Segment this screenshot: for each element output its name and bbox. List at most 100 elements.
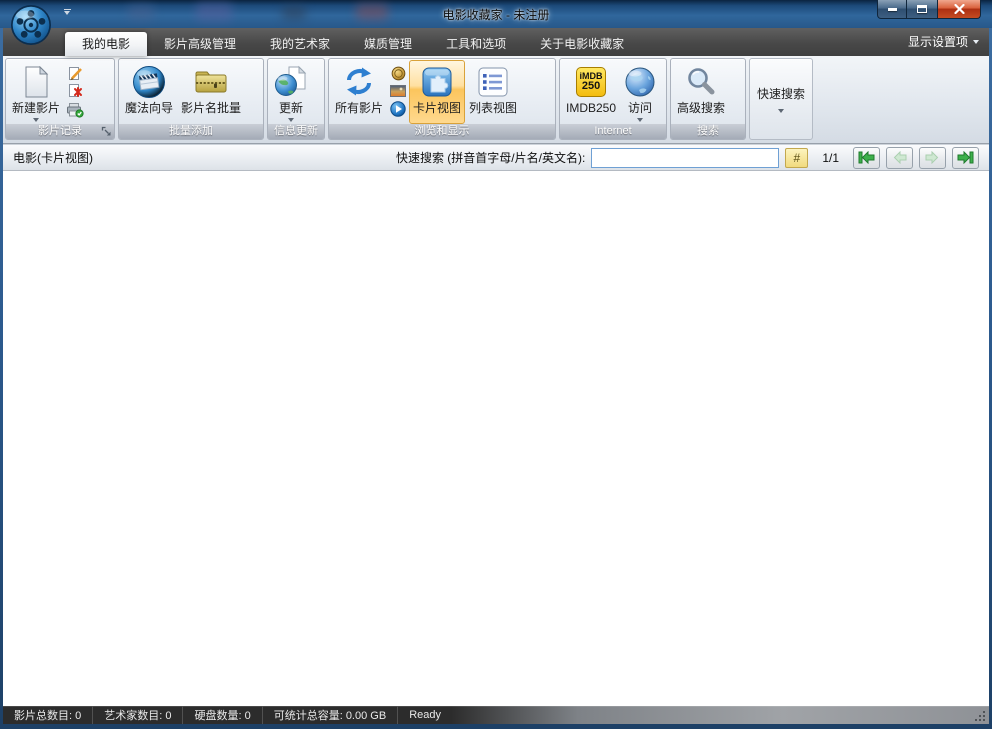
update-label: 更新 — [279, 101, 303, 116]
quick-search-button[interactable]: 快速搜索 — [749, 58, 813, 140]
window-title: 电影收藏家 - 未注册 — [0, 6, 992, 23]
new-movie-button[interactable]: 新建影片 — [8, 60, 64, 124]
group-records-labelbar: 影片记录 — [6, 124, 114, 139]
app-menu-button[interactable] — [10, 4, 52, 46]
imdb-badge-line2: 250 — [582, 81, 600, 92]
current-view-label: 电影(卡片视图) — [13, 149, 93, 166]
hash-filter-button[interactable]: # — [785, 148, 808, 168]
imdb250-button[interactable]: iMDB 250 IMDB250 — [562, 60, 620, 124]
tab-advanced-movie-management[interactable]: 影片高级管理 — [147, 32, 253, 56]
status-ready: Ready — [398, 706, 452, 724]
ribbon-group-update: 更新 信息更新 — [267, 58, 325, 140]
ribbon-group-view: 所有影片 — [328, 58, 556, 140]
card-view-label: 卡片视图 — [413, 101, 461, 116]
delete-movie-button[interactable] — [65, 82, 85, 100]
all-movies-button[interactable]: 所有影片 — [331, 60, 387, 124]
last-page-button[interactable] — [952, 147, 979, 169]
first-page-button[interactable] — [853, 147, 880, 169]
quick-search-input[interactable] — [591, 148, 779, 168]
next-page-button[interactable] — [919, 147, 946, 169]
group-search-content: 高级搜索 — [671, 59, 745, 124]
edit-document-icon — [67, 65, 84, 82]
magnifier-icon — [685, 63, 717, 101]
zip-folder-icon — [193, 63, 229, 101]
first-arrow-icon — [858, 151, 875, 164]
tab-about[interactable]: 关于电影收藏家 — [523, 32, 641, 56]
globe-document-icon — [274, 63, 308, 101]
content-area[interactable] — [3, 171, 989, 706]
edit-movie-button[interactable] — [65, 64, 85, 82]
group-batch-label: 批量添加 — [169, 125, 213, 137]
statusbar: 影片总数目: 0 艺术家数目: 0 硬盘数量: 0 可统计总容量: 0.00 G… — [3, 706, 989, 724]
tab-media-management[interactable]: 媒质管理 — [347, 32, 429, 56]
visit-label: 访问 — [628, 101, 652, 116]
group-update-label: 信息更新 — [274, 125, 318, 137]
film-reel-icon — [10, 4, 52, 46]
refresh-arrows-icon — [342, 63, 376, 101]
export-movie-button[interactable] — [65, 100, 85, 118]
page-indicator: 1/1 — [822, 151, 839, 165]
visit-button[interactable]: 访问 — [620, 60, 660, 124]
advanced-search-label: 高级搜索 — [677, 101, 725, 116]
ribbon-group-internet: iMDB 250 IMDB250 — [559, 58, 667, 140]
maximize-icon — [917, 5, 927, 13]
chevron-down-icon — [33, 118, 39, 122]
group-batch-content: 魔法向导 影片名批量 — [119, 59, 263, 124]
play-button[interactable] — [388, 100, 408, 118]
group-batch-labelbar: 批量添加 — [119, 124, 263, 139]
group-internet-label: Internet — [594, 125, 631, 137]
ribbon-tabstrip: 我的电影 影片高级管理 我的艺术家 媒质管理 工具和选项 关于电影收藏家 显示设… — [3, 28, 989, 56]
poster-view-button[interactable] — [388, 82, 408, 100]
globe-icon — [624, 63, 656, 101]
previous-page-button[interactable] — [886, 147, 913, 169]
minimize-icon — [888, 8, 897, 11]
chevron-down-icon — [637, 118, 643, 122]
window-controls — [877, 0, 981, 19]
group-internet-labelbar: Internet — [560, 124, 666, 139]
batch-movie-names-label: 影片名批量 — [181, 101, 241, 116]
last-arrow-icon — [957, 151, 974, 164]
app-window: 电影收藏家 - 未注册 我的电影 影片高级管理 我的艺术家 媒质管理 工具和选项… — [0, 0, 992, 729]
display-settings-button[interactable]: 显示设置项 — [908, 33, 979, 50]
minimize-button[interactable] — [877, 0, 907, 19]
group-search-label: 搜索 — [697, 125, 719, 137]
group-update-content: 更新 — [268, 59, 324, 124]
new-movie-label: 新建影片 — [12, 101, 60, 116]
chevron-down-icon — [778, 109, 784, 113]
maximize-button[interactable] — [907, 0, 937, 19]
prev-arrow-icon — [892, 151, 907, 164]
tab-my-movies[interactable]: 我的电影 — [65, 32, 147, 56]
imdb-badge: iMDB 250 — [576, 67, 606, 97]
all-movies-label: 所有影片 — [335, 101, 383, 116]
group-records-label: 影片记录 — [38, 125, 82, 137]
close-button[interactable] — [937, 0, 981, 19]
display-settings-label: 显示设置项 — [908, 33, 968, 50]
ribbon: 新建影片 — [3, 56, 989, 144]
tab-my-artists[interactable]: 我的艺术家 — [253, 32, 347, 56]
picture-icon — [390, 85, 406, 97]
magic-wizard-button[interactable]: 魔法向导 — [121, 60, 177, 124]
ribbon-group-batch-add: 魔法向导 影片名批量 批量添加 — [118, 58, 264, 140]
titlebar: 电影收藏家 - 未注册 — [0, 0, 992, 28]
printer-check-icon — [66, 101, 84, 118]
group-view-labelbar: 浏览和显示 — [329, 124, 555, 139]
tab-tools-options[interactable]: 工具和选项 — [429, 32, 523, 56]
quick-search-button-label: 快速搜索 — [757, 85, 805, 102]
status-disks-total: 硬盘数量: 0 — [183, 706, 262, 724]
batch-movie-names-button[interactable]: 影片名批量 — [177, 60, 245, 124]
advanced-search-button[interactable]: 高级搜索 — [673, 60, 729, 124]
card-view-button[interactable]: 卡片视图 — [409, 60, 465, 124]
update-button[interactable]: 更新 — [270, 60, 312, 124]
group-records-content: 新建影片 — [6, 59, 114, 124]
next-arrow-icon — [925, 151, 940, 164]
resize-grip[interactable] — [983, 719, 985, 721]
list-view-button[interactable]: 列表视图 — [465, 60, 521, 124]
magic-wizard-label: 魔法向导 — [125, 101, 173, 116]
dialog-launcher-icon[interactable] — [101, 126, 112, 137]
records-small-buttons — [64, 60, 86, 124]
play-button-icon — [390, 101, 406, 117]
view-small-buttons — [387, 60, 409, 124]
awards-button[interactable] — [388, 64, 408, 82]
group-view-content: 所有影片 — [329, 59, 555, 124]
clapperboard-circle-icon — [132, 63, 166, 101]
